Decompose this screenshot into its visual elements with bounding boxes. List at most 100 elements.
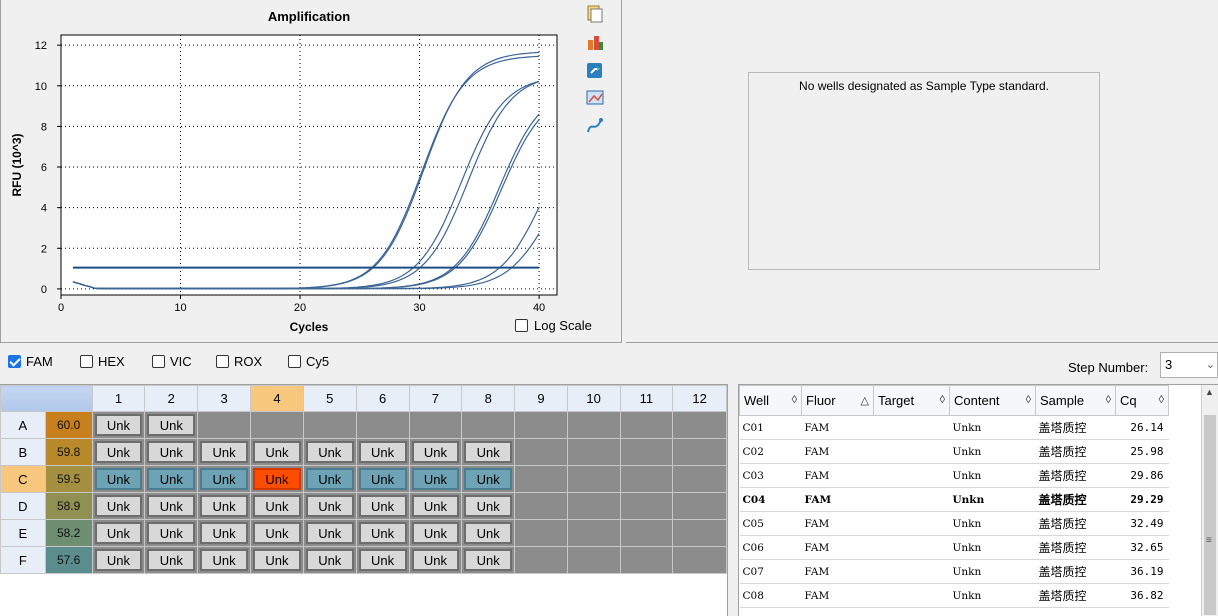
- plate-well[interactable]: Unk: [197, 438, 252, 466]
- fluor-hex-toggle[interactable]: HEX: [80, 354, 125, 369]
- plate-column-header[interactable]: 3: [197, 385, 252, 412]
- fluor-fam-toggle[interactable]: FAM: [8, 354, 53, 369]
- column-header-target[interactable]: Target ◊: [873, 385, 950, 416]
- plate-well[interactable]: Unk: [302, 519, 357, 547]
- empty-well[interactable]: [514, 546, 568, 574]
- results-row[interactable]: C01 FAM Unkn 盖塔质控 26.14: [739, 415, 1169, 440]
- plate-corner[interactable]: [0, 385, 93, 412]
- plate-well[interactable]: Unk: [250, 438, 304, 466]
- results-row[interactable]: C04 FAM Unkn 盖塔质控 29.29: [739, 487, 1169, 512]
- results-row[interactable]: C05 FAM Unkn 盖塔质控 32.49: [739, 511, 1169, 536]
- plate-column-header[interactable]: 2: [144, 385, 199, 412]
- fluor-rox-toggle[interactable]: ROX: [216, 354, 262, 369]
- log-scale-toggle[interactable]: Log Scale: [515, 318, 592, 333]
- plate-well[interactable]: Unk: [144, 492, 199, 520]
- plate-well[interactable]: Unk: [91, 519, 146, 547]
- column-header-cq[interactable]: Cq ◊: [1115, 385, 1169, 416]
- plate-well[interactable]: Unk: [408, 492, 463, 520]
- plate-column-header[interactable]: 7: [408, 385, 463, 412]
- empty-well[interactable]: [566, 492, 621, 520]
- plate-well[interactable]: Unk: [144, 411, 199, 439]
- plate-well[interactable]: Unk: [91, 438, 146, 466]
- empty-well[interactable]: [408, 411, 463, 439]
- plate-row-header[interactable]: B: [0, 438, 46, 466]
- plate-row-header[interactable]: E: [0, 519, 46, 547]
- empty-well[interactable]: [250, 411, 304, 439]
- plate-column-header[interactable]: 12: [672, 385, 727, 412]
- empty-well[interactable]: [514, 411, 568, 439]
- empty-well[interactable]: [302, 411, 357, 439]
- empty-well[interactable]: [619, 438, 674, 466]
- plate-well[interactable]: Unk: [461, 492, 516, 520]
- empty-well[interactable]: [672, 465, 727, 493]
- empty-well[interactable]: [619, 465, 674, 493]
- plate-column-header[interactable]: 6: [355, 385, 410, 412]
- empty-well[interactable]: [566, 465, 621, 493]
- plate-well[interactable]: Unk: [197, 519, 252, 547]
- fluor-cy5-checkbox[interactable]: [288, 355, 301, 368]
- fluor-vic-toggle[interactable]: VIC: [152, 354, 192, 369]
- plate-well[interactable]: Unk: [461, 465, 516, 493]
- fluor-rox-checkbox[interactable]: [216, 355, 229, 368]
- plate-well[interactable]: Unk: [144, 519, 199, 547]
- plate-well[interactable]: Unk: [355, 546, 410, 574]
- plate-column-header[interactable]: 9: [514, 385, 568, 412]
- plate-well[interactable]: Unk: [408, 465, 463, 493]
- plate-well[interactable]: Unk: [250, 492, 304, 520]
- plate-column-header[interactable]: 5: [302, 385, 357, 412]
- empty-well[interactable]: [566, 546, 621, 574]
- empty-well[interactable]: [514, 438, 568, 466]
- plate-well[interactable]: Unk: [461, 546, 516, 574]
- plate-well[interactable]: Unk: [250, 546, 304, 574]
- results-row[interactable]: C07 FAM Unkn 盖塔质控 36.19: [739, 559, 1169, 584]
- plate-well[interactable]: Unk: [197, 465, 252, 493]
- column-header-sample[interactable]: Sample ◊: [1035, 385, 1116, 416]
- empty-well[interactable]: [514, 492, 568, 520]
- plate-well[interactable]: Unk: [144, 465, 199, 493]
- plate-well[interactable]: Unk: [461, 519, 516, 547]
- empty-well[interactable]: [619, 546, 674, 574]
- plate-well[interactable]: Unk: [197, 546, 252, 574]
- results-row[interactable]: C06 FAM Unkn 盖塔质控 32.65: [739, 535, 1169, 560]
- empty-well[interactable]: [672, 519, 727, 547]
- plate-well[interactable]: Unk: [461, 438, 516, 466]
- plate-row-header[interactable]: C: [0, 465, 46, 493]
- plate-well[interactable]: Unk: [91, 492, 146, 520]
- empty-well[interactable]: [566, 411, 621, 439]
- chart-settings-icon[interactable]: [585, 116, 605, 136]
- log-scale-checkbox[interactable]: [515, 319, 528, 332]
- empty-well[interactable]: [514, 519, 568, 547]
- empty-well[interactable]: [619, 519, 674, 547]
- save-graph-icon[interactable]: [585, 60, 605, 80]
- step-number-select[interactable]: 3 ⌄: [1160, 352, 1218, 378]
- print-icon[interactable]: [585, 88, 605, 108]
- export-icon[interactable]: [585, 32, 605, 52]
- plate-column-header[interactable]: 11: [619, 385, 674, 412]
- empty-well[interactable]: [566, 519, 621, 547]
- plate-well[interactable]: Unk: [355, 438, 410, 466]
- column-header-well[interactable]: Well ◊: [739, 385, 802, 416]
- empty-well[interactable]: [566, 438, 621, 466]
- empty-well[interactable]: [672, 411, 727, 439]
- plate-well[interactable]: Unk: [250, 465, 304, 493]
- plate-well[interactable]: Unk: [302, 465, 357, 493]
- plate-well[interactable]: Unk: [355, 465, 410, 493]
- plate-column-header[interactable]: 4: [250, 385, 304, 412]
- fluor-hex-checkbox[interactable]: [80, 355, 93, 368]
- plate-column-header[interactable]: 1: [91, 385, 146, 412]
- plate-well[interactable]: Unk: [302, 492, 357, 520]
- fluor-vic-checkbox[interactable]: [152, 355, 165, 368]
- empty-well[interactable]: [672, 438, 727, 466]
- plate-well[interactable]: Unk: [408, 546, 463, 574]
- plate-well[interactable]: Unk: [197, 492, 252, 520]
- plate-well[interactable]: Unk: [408, 438, 463, 466]
- plate-row-header[interactable]: F: [0, 546, 46, 574]
- plate-well[interactable]: Unk: [91, 411, 146, 439]
- plate-well[interactable]: Unk: [91, 546, 146, 574]
- plate-row-header[interactable]: A: [0, 411, 46, 439]
- empty-well[interactable]: [619, 492, 674, 520]
- plate-well[interactable]: Unk: [144, 438, 199, 466]
- empty-well[interactable]: [672, 546, 727, 574]
- results-row[interactable]: C02 FAM Unkn 盖塔质控 25.98: [739, 439, 1169, 464]
- plate-well[interactable]: Unk: [144, 546, 199, 574]
